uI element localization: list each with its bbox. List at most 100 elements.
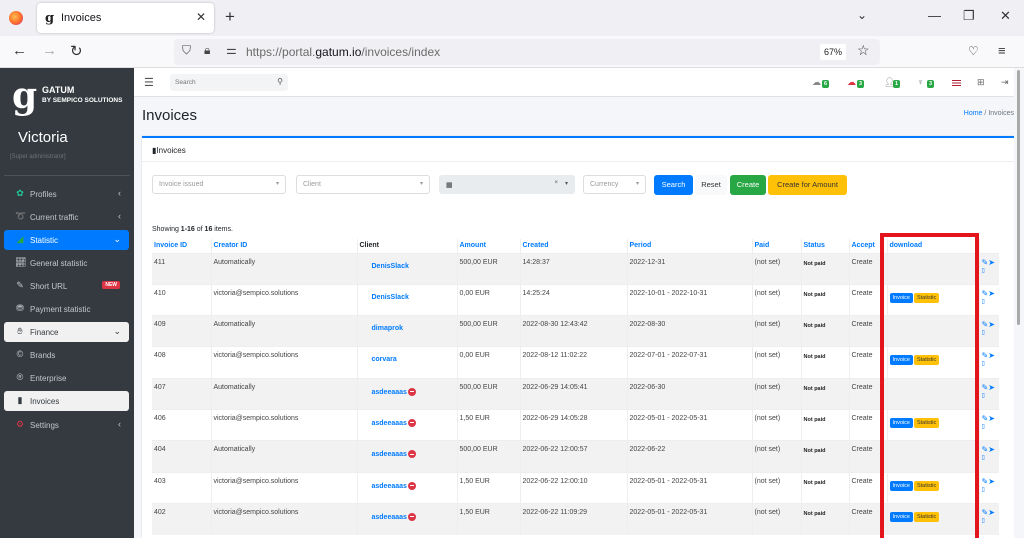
clear-date-icon[interactable]: × xyxy=(554,180,558,186)
reload-icon[interactable]: ↻ xyxy=(70,42,83,60)
sidebar-item-payment-statistic[interactable]: ⛃ Payment statistic xyxy=(4,299,129,319)
tab-list-chevron-icon[interactable]: ⌄ xyxy=(857,8,867,22)
col-download[interactable]: download xyxy=(886,239,979,253)
menu-icon[interactable]: ≡ xyxy=(998,43,1006,58)
restore-icon[interactable]: ❐ xyxy=(963,8,975,24)
send-icon[interactable]: ➤ xyxy=(988,320,995,329)
download-invoice-button[interactable]: Invoice xyxy=(889,417,913,428)
sidebar-item-general-statistic[interactable]: 📈︎ General statistic xyxy=(4,253,129,273)
send-icon[interactable]: ➤ xyxy=(988,258,995,267)
accept[interactable]: Create xyxy=(848,346,887,379)
send-icon[interactable]: ➤ xyxy=(988,508,995,517)
delete-icon[interactable]: ▯ xyxy=(982,299,985,305)
create-for-amount-button[interactable]: Create for Amount xyxy=(768,175,847,195)
delete-icon[interactable]: ▯ xyxy=(982,518,985,524)
search-button[interactable]: Search xyxy=(654,175,693,195)
client-link[interactable]: DenisSlack xyxy=(372,294,409,301)
sidebar-item-current-traffic[interactable]: ➰ Current traffic ‹ xyxy=(4,207,129,227)
delete-icon[interactable]: ▯ xyxy=(982,424,985,430)
hamburger-menu-icon[interactable]: ☰ xyxy=(144,76,154,89)
send-icon[interactable]: ➤ xyxy=(988,351,995,360)
download-statistic-button[interactable]: Statistic xyxy=(913,480,940,491)
col-paid[interactable]: Paid xyxy=(751,239,801,253)
delete-icon[interactable]: ▯ xyxy=(982,330,985,336)
date-range-picker[interactable]: ▦ × ▾ xyxy=(439,175,575,194)
accept[interactable]: Create xyxy=(848,252,887,285)
invoice-issued-select[interactable]: Invoice issued ▾ xyxy=(152,175,286,194)
send-icon[interactable]: ➤ xyxy=(988,289,995,298)
logout-icon[interactable]: ⇥ xyxy=(1001,77,1009,88)
col-period[interactable]: Period xyxy=(626,239,752,253)
new-tab-icon[interactable]: + xyxy=(225,7,235,27)
reset-button[interactable]: Reset xyxy=(695,175,727,195)
sidebar-item-profiles[interactable]: ✿ Profiles ‹ xyxy=(4,184,129,204)
permissions-icon[interactable]: ⚌ xyxy=(226,43,237,57)
col-creator-id[interactable]: Creator ID xyxy=(210,239,357,253)
accept[interactable]: Create xyxy=(848,315,887,347)
accept[interactable]: Create xyxy=(848,471,887,504)
sidebar-item-settings[interactable]: ⚙ Settings ‹ xyxy=(4,415,129,435)
delete-icon[interactable]: ▯ xyxy=(982,487,985,493)
send-icon[interactable]: ➤ xyxy=(988,383,995,392)
firefox-logo-icon[interactable] xyxy=(9,11,23,25)
zoom-level[interactable]: 67% xyxy=(820,44,846,60)
page-scrollbar[interactable] xyxy=(1014,68,1024,538)
messages-icon[interactable]: ☁ xyxy=(812,77,821,88)
sidebar-item-finance[interactable]: ✋︎ Finance ⌄ xyxy=(4,322,129,342)
col-status[interactable]: Status xyxy=(800,239,849,253)
window-close-icon[interactable]: ✕ xyxy=(1000,8,1011,24)
accept[interactable]: Create xyxy=(848,502,887,535)
client-link[interactable]: asdeeaaas xyxy=(372,387,416,396)
sidebar-item-invoices[interactable]: ▮ Invoices xyxy=(4,391,129,411)
accept[interactable]: Create xyxy=(848,283,887,316)
download-invoice-button[interactable]: Invoice xyxy=(889,292,913,303)
sidebar-item-short-url[interactable]: ✎ Short URL NEW xyxy=(4,276,129,296)
search-input[interactable] xyxy=(170,74,270,91)
minimize-icon[interactable]: — xyxy=(928,8,941,23)
currency-select[interactable]: Currency ▾ xyxy=(583,175,646,194)
client-link[interactable]: DenisSlack xyxy=(372,263,409,270)
client-link[interactable]: asdeeaaas xyxy=(372,418,416,427)
send-icon[interactable]: ➤ xyxy=(988,445,995,454)
accept[interactable]: Create xyxy=(848,377,887,410)
shield-icon[interactable]: ⛉ xyxy=(182,43,191,58)
breadcrumb-home[interactable]: Home xyxy=(964,110,983,117)
accept[interactable]: Create xyxy=(848,408,887,441)
client-select[interactable]: Client ▾ xyxy=(296,175,430,194)
sidebar-item-statistic[interactable]: ◢ Statistic ⌄ xyxy=(4,230,129,250)
col-amount[interactable]: Amount xyxy=(456,239,520,253)
close-tab-icon[interactable]: ✕ xyxy=(196,10,206,24)
delete-icon[interactable]: ▯ xyxy=(982,455,985,461)
delete-icon[interactable]: ▯ xyxy=(982,268,985,274)
browser-tab[interactable]: g Invoices ✕ xyxy=(37,3,214,33)
client-link[interactable]: dimaprok xyxy=(372,325,404,332)
back-icon[interactable]: ← xyxy=(12,42,27,59)
download-statistic-button[interactable]: Statistic xyxy=(913,417,940,428)
bookmark-star-icon[interactable]: ☆ xyxy=(857,42,870,59)
sidebar-item-enterprise[interactable]: ® Enterprise xyxy=(4,368,129,388)
search-icon[interactable]: ⚲ xyxy=(277,77,283,86)
alerts-icon[interactable]: ☁ xyxy=(847,77,856,88)
client-link[interactable]: corvara xyxy=(372,356,397,363)
pocket-icon[interactable]: ♡ xyxy=(968,44,979,58)
delete-icon[interactable]: ▯ xyxy=(982,393,985,399)
lock-icon[interactable]: 🔒︎ xyxy=(204,43,210,58)
url-bar[interactable]: ⛉ 🔒︎ ⚌ https://portal.gatum.io/invoices/… xyxy=(174,39,880,65)
col-accept[interactable]: Accept xyxy=(848,239,887,253)
delete-icon[interactable]: ▯ xyxy=(982,361,985,367)
download-invoice-button[interactable]: Invoice xyxy=(889,355,913,366)
us-flag-icon[interactable] xyxy=(952,80,961,86)
url-text[interactable]: https://portal.gatum.io/invoices/index xyxy=(246,45,440,59)
download-invoice-button[interactable]: Invoice xyxy=(889,511,913,522)
send-icon[interactable]: ➤ xyxy=(988,414,995,423)
fullscreen-grid-icon[interactable]: ⊞ xyxy=(977,77,985,88)
send-icon[interactable]: ➤ xyxy=(988,477,995,486)
scrollbar-thumb[interactable] xyxy=(1017,70,1020,325)
download-invoice-button[interactable]: Invoice xyxy=(889,480,913,491)
accept[interactable]: Create xyxy=(848,440,887,473)
user-name[interactable]: Victoria xyxy=(18,129,68,146)
client-link[interactable]: asdeeaaas xyxy=(372,481,416,490)
client-link[interactable]: asdeeaaas xyxy=(372,450,416,459)
download-statistic-button[interactable]: Statistic xyxy=(913,292,940,303)
col-created[interactable]: Created xyxy=(519,239,627,253)
